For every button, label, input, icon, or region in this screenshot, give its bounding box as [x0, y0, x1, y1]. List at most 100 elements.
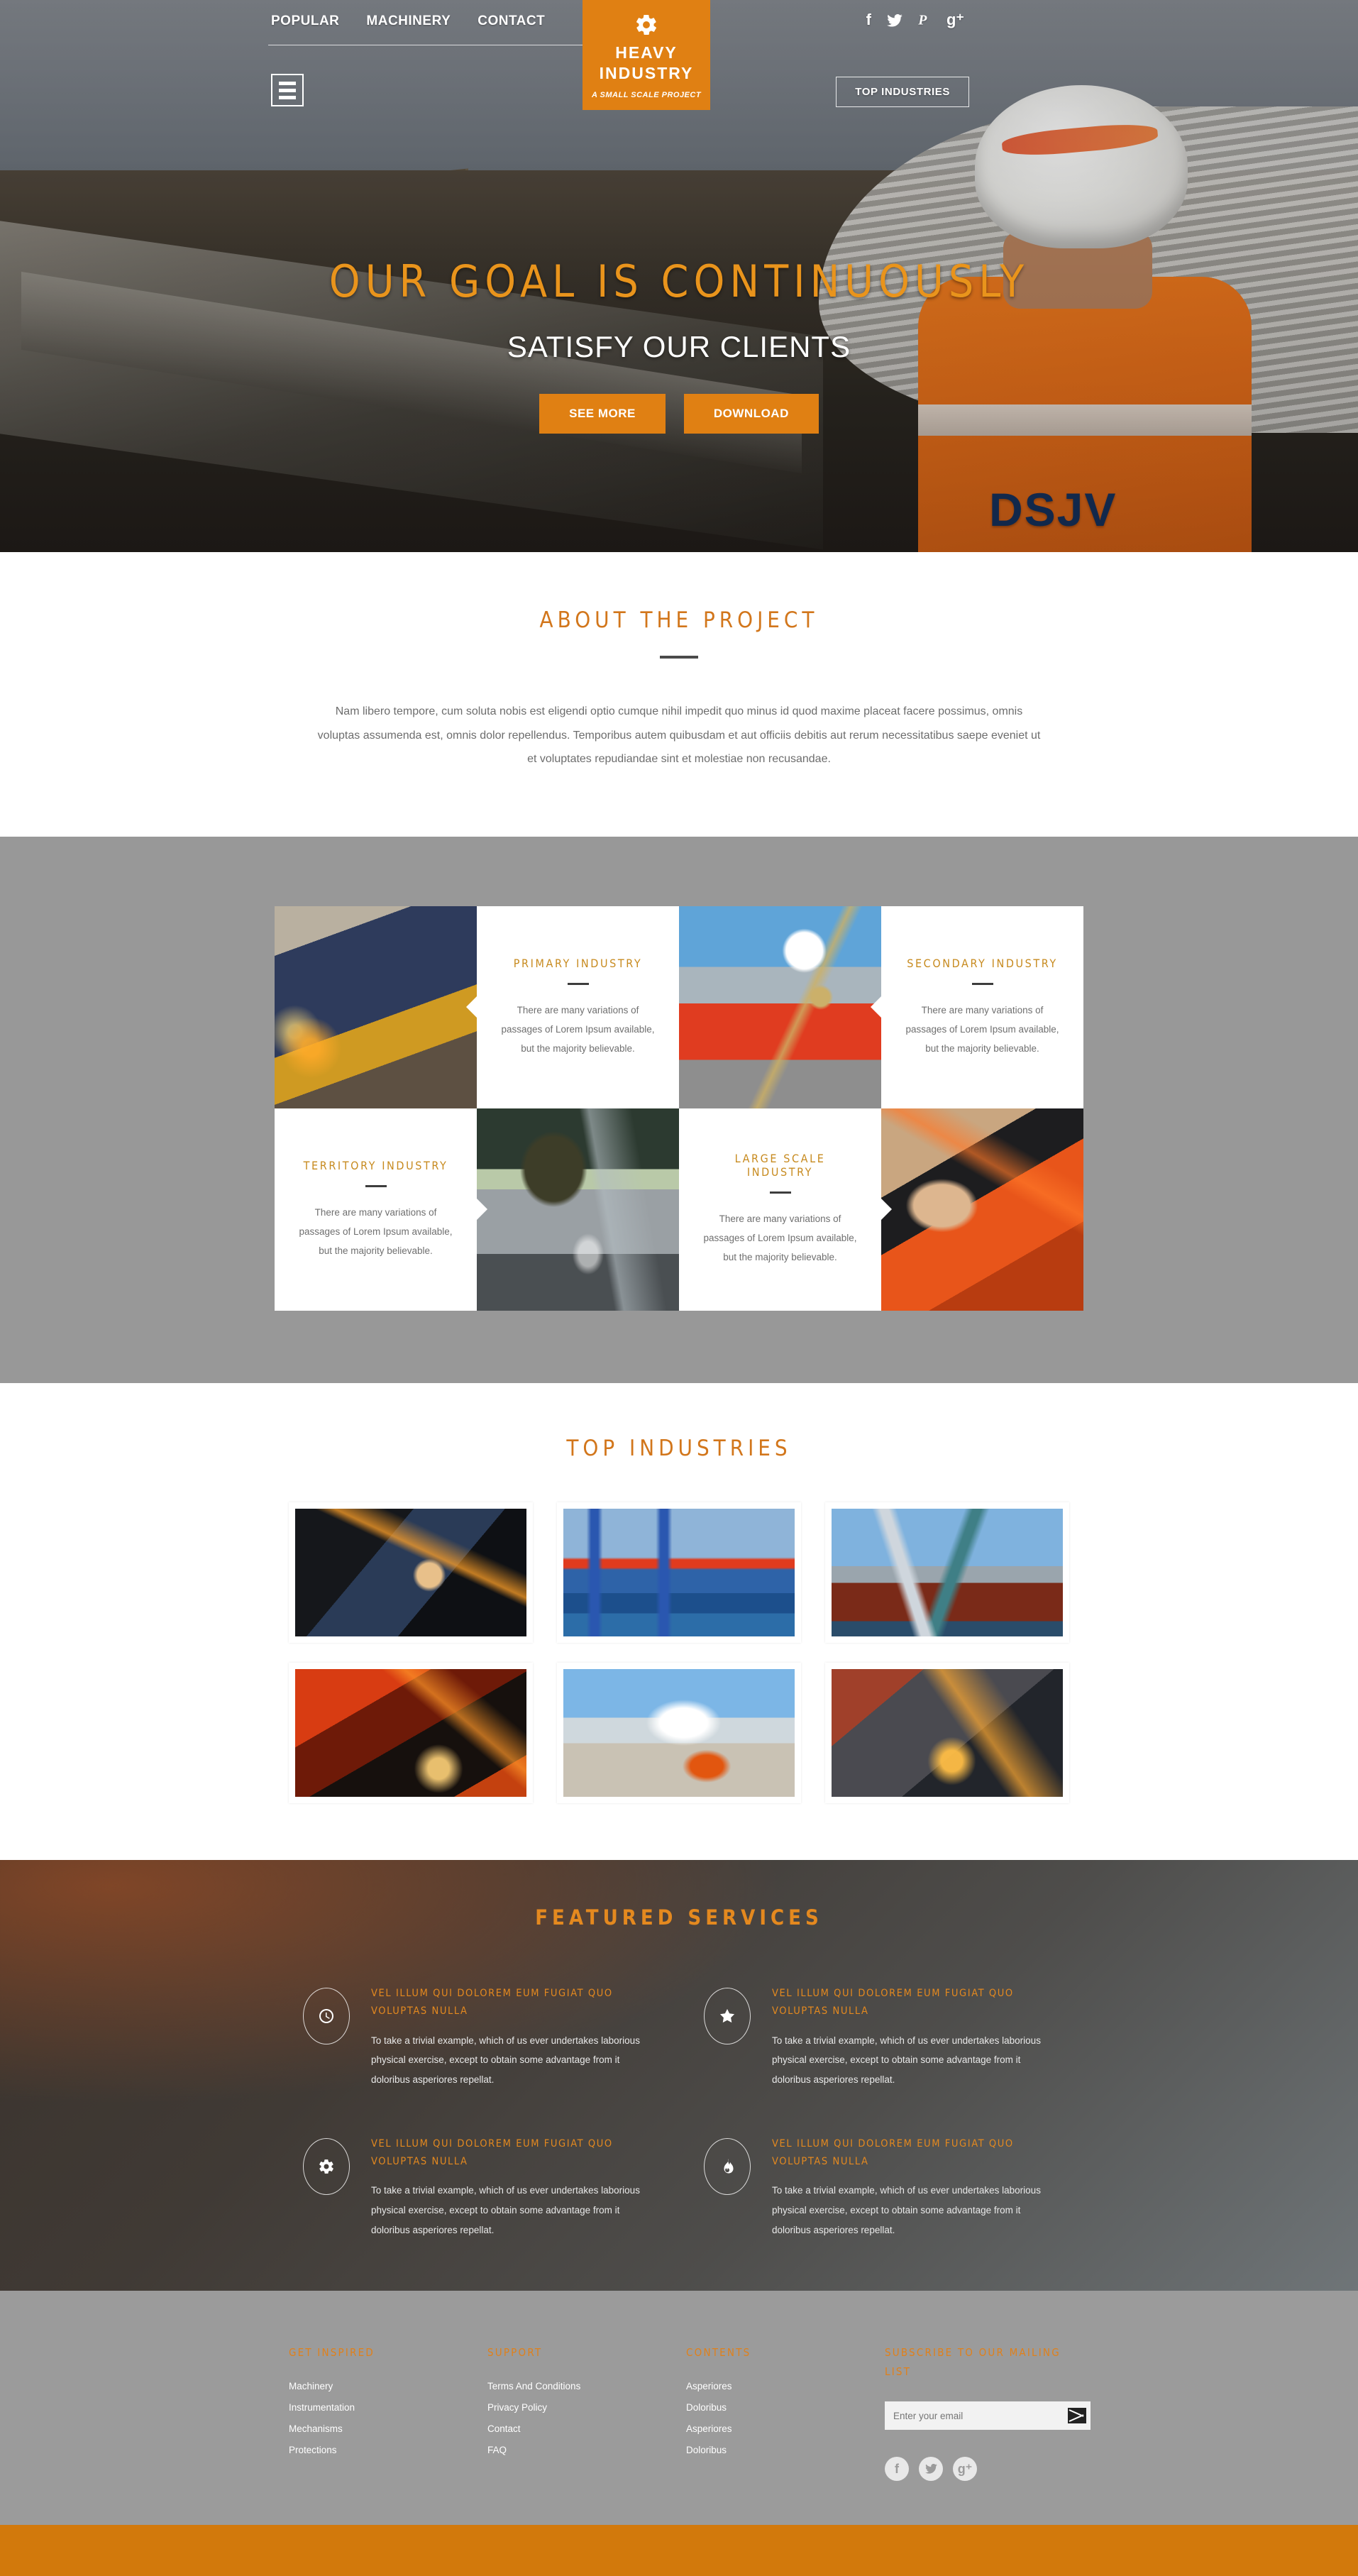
industry-image-pipe[interactable]: [477, 1108, 679, 1311]
about-title: ABOUT THE PROJECT: [539, 607, 819, 633]
footer-column-support: SUPPORT Terms And Conditions Privacy Pol…: [487, 2343, 686, 2481]
google-plus-icon[interactable]: g⁺: [953, 2457, 977, 2482]
footer-link-list: Terms And Conditions Privacy Policy Cont…: [487, 2381, 686, 2455]
svg-text:P: P: [918, 13, 927, 28]
gear-icon: [636, 14, 656, 35]
service-item-star[interactable]: VEL ILLUM QUI DOLOREM EUM FUGIAT QUO VOL…: [704, 1985, 1055, 2090]
footer-columns: GET INSPIRED Machinery Instrumentation M…: [289, 2343, 1091, 2482]
footer-link-privacy[interactable]: Privacy Policy: [487, 2402, 686, 2413]
service-item-gear[interactable]: VEL ILLUM QUI DOLOREM EUM FUGIAT QUO VOL…: [303, 2135, 654, 2240]
subscribe-heading: SUBSCRIBE TO OUR MAILING LIST: [885, 2346, 1061, 2379]
industry-card-body: There are many variations of passages of…: [501, 1004, 655, 1054]
industry-card-large-scale[interactable]: LARGE SCALE INDUSTRY There are many vari…: [679, 1108, 881, 1311]
top-industries-section: TOP INDUSTRIES: [0, 1382, 1358, 1860]
footer-column-subscribe: SUBSCRIBE TO OUR MAILING LIST f g⁺: [885, 2343, 1091, 2482]
industry-card-body: There are many variations of passages of…: [905, 1004, 1059, 1054]
footer-bottom-bar: [0, 2525, 1358, 2576]
hero-headline: OUR GOAL IS CONTINUOUSLY: [329, 255, 1029, 307]
star-icon: [704, 1987, 751, 2044]
pinterest-icon[interactable]: P: [917, 12, 931, 31]
hero-section: DSJV POPULAR MACHINERY CONTACT f P g⁺: [0, 0, 1358, 552]
gallery-item-sparks-cutting[interactable]: [825, 1662, 1069, 1803]
industry-image-chain[interactable]: [679, 906, 881, 1108]
footer-heading: SUPPORT: [487, 2346, 543, 2360]
see-more-button[interactable]: SEE MORE: [539, 394, 666, 434]
footer-column-get-inspired: GET INSPIRED Machinery Instrumentation M…: [289, 2343, 487, 2481]
top-industries-gallery: [289, 1502, 1069, 1803]
logo-line-2: INDUSTRY: [599, 63, 694, 82]
about-section: ABOUT THE PROJECT Nam libero tempore, cu…: [0, 552, 1358, 837]
footer-link-terms[interactable]: Terms And Conditions: [487, 2381, 686, 2391]
about-divider: [660, 656, 698, 659]
footer-heading: GET INSPIRED: [289, 2346, 375, 2360]
gallery-item-shipyard-crane[interactable]: [825, 1502, 1069, 1643]
site-footer: GET INSPIRED Machinery Instrumentation M…: [0, 2291, 1358, 2526]
facebook-icon[interactable]: f: [866, 12, 871, 31]
industry-card-territory[interactable]: TERRITORY INDUSTRY There are many variat…: [275, 1108, 477, 1311]
service-item-clock[interactable]: VEL ILLUM QUI DOLOREM EUM FUGIAT QUO VOL…: [303, 1985, 654, 2090]
industry-card-divider: [769, 1191, 791, 1194]
footer-link-machinery[interactable]: Machinery: [289, 2381, 487, 2391]
envelope-icon[interactable]: [1068, 2408, 1086, 2424]
nav-item-contact[interactable]: CONTACT: [477, 13, 545, 29]
footer-link-list: Asperiores Doloribus Asperiores Doloribu…: [686, 2381, 885, 2455]
hero-content: OUR GOAL IS CONTINUOUSLY SATISFY OUR CLI…: [0, 255, 1358, 434]
nav-item-machinery[interactable]: MACHINERY: [366, 13, 451, 29]
top-industries-title: TOP INDUSTRIES: [566, 1435, 792, 1461]
industry-card-secondary[interactable]: SECONDARY INDUSTRY There are many variat…: [881, 906, 1083, 1108]
logo-line-1: HEAVY: [615, 43, 678, 62]
footer-link-instrumentation[interactable]: Instrumentation: [289, 2402, 487, 2413]
footer-link-faq[interactable]: FAQ: [487, 2445, 686, 2455]
hamburger-menu-icon[interactable]: [271, 74, 304, 106]
industries-grid: PRIMARY INDUSTRY There are many variatio…: [275, 906, 1083, 1311]
logo-tagline: A SMALL SCALE PROJECT: [591, 90, 702, 99]
industry-image-clamp[interactable]: [881, 1108, 1083, 1311]
hero-subheadline: SATISFY OUR CLIENTS: [507, 330, 851, 363]
nav-item-popular[interactable]: POPULAR: [271, 13, 339, 29]
header-social-links: f P g⁺: [866, 12, 964, 31]
service-body: To take a trivial example, which of us e…: [772, 2035, 1041, 2085]
service-heading: VEL ILLUM QUI DOLOREM EUM FUGIAT QUO VOL…: [772, 2137, 1014, 2167]
site-logo[interactable]: HEAVY INDUSTRY A SMALL SCALE PROJECT: [583, 0, 710, 110]
gear-icon: [303, 2137, 350, 2195]
footer-social-links: f g⁺: [885, 2457, 1091, 2482]
hero-cta-group: SEE MORE DOWNLOAD: [0, 394, 1358, 434]
about-body-text: Nam libero tempore, cum soluta nobis est…: [317, 705, 1041, 766]
google-plus-icon[interactable]: g⁺: [946, 12, 964, 31]
top-industries-button[interactable]: TOP INDUSTRIES: [836, 77, 969, 107]
twitter-icon[interactable]: [919, 2457, 943, 2482]
service-item-flame[interactable]: VEL ILLUM QUI DOLOREM EUM FUGIAT QUO VOL…: [704, 2135, 1055, 2240]
industry-card-body: There are many variations of passages of…: [703, 1213, 857, 1263]
footer-link-protections[interactable]: Protections: [289, 2445, 487, 2455]
industry-card-divider: [971, 982, 993, 985]
footer-link-doloribus-1[interactable]: Doloribus: [686, 2402, 885, 2413]
footer-link-asperiores-1[interactable]: Asperiores: [686, 2381, 885, 2391]
facebook-icon[interactable]: f: [885, 2457, 909, 2482]
industry-card-divider: [365, 1184, 387, 1187]
industry-image-welder[interactable]: [275, 906, 477, 1108]
nav-links: POPULAR MACHINERY CONTACT: [271, 13, 545, 29]
page-root: DSJV POPULAR MACHINERY CONTACT f P g⁺: [0, 0, 1358, 2576]
gallery-item-grinding-worker[interactable]: [289, 1502, 533, 1643]
industries-section: PRIMARY INDUSTRY There are many variatio…: [0, 836, 1358, 1383]
email-input[interactable]: [893, 2410, 1068, 2421]
footer-link-asperiores-2[interactable]: Asperiores: [686, 2423, 885, 2434]
industry-card-title: TERRITORY INDUSTRY: [303, 1158, 448, 1172]
industry-card-body: There are many variations of passages of…: [299, 1206, 453, 1256]
industry-card-primary[interactable]: PRIMARY INDUSTRY There are many variatio…: [477, 906, 679, 1108]
industry-card-title: LARGE SCALE INDUSTRY: [734, 1152, 826, 1179]
service-heading: VEL ILLUM QUI DOLOREM EUM FUGIAT QUO VOL…: [371, 2137, 613, 2167]
footer-link-mechanisms[interactable]: Mechanisms: [289, 2423, 487, 2434]
gallery-item-port-cranes[interactable]: [557, 1502, 801, 1643]
industry-card-divider: [567, 982, 589, 985]
service-heading: VEL ILLUM QUI DOLOREM EUM FUGIAT QUO VOL…: [371, 1987, 613, 2018]
download-button[interactable]: DOWNLOAD: [683, 394, 819, 434]
footer-link-contact[interactable]: Contact: [487, 2423, 686, 2434]
gallery-item-concrete-saw[interactable]: [557, 1662, 801, 1803]
twitter-icon[interactable]: [887, 12, 902, 31]
gallery-item-red-furnace[interactable]: [289, 1662, 533, 1803]
footer-link-doloribus-2[interactable]: Doloribus: [686, 2445, 885, 2455]
featured-services-title: FEATURED SERVICES: [535, 1905, 823, 1930]
service-heading: VEL ILLUM QUI DOLOREM EUM FUGIAT QUO VOL…: [772, 1987, 1014, 2018]
flame-icon: [704, 2137, 751, 2195]
